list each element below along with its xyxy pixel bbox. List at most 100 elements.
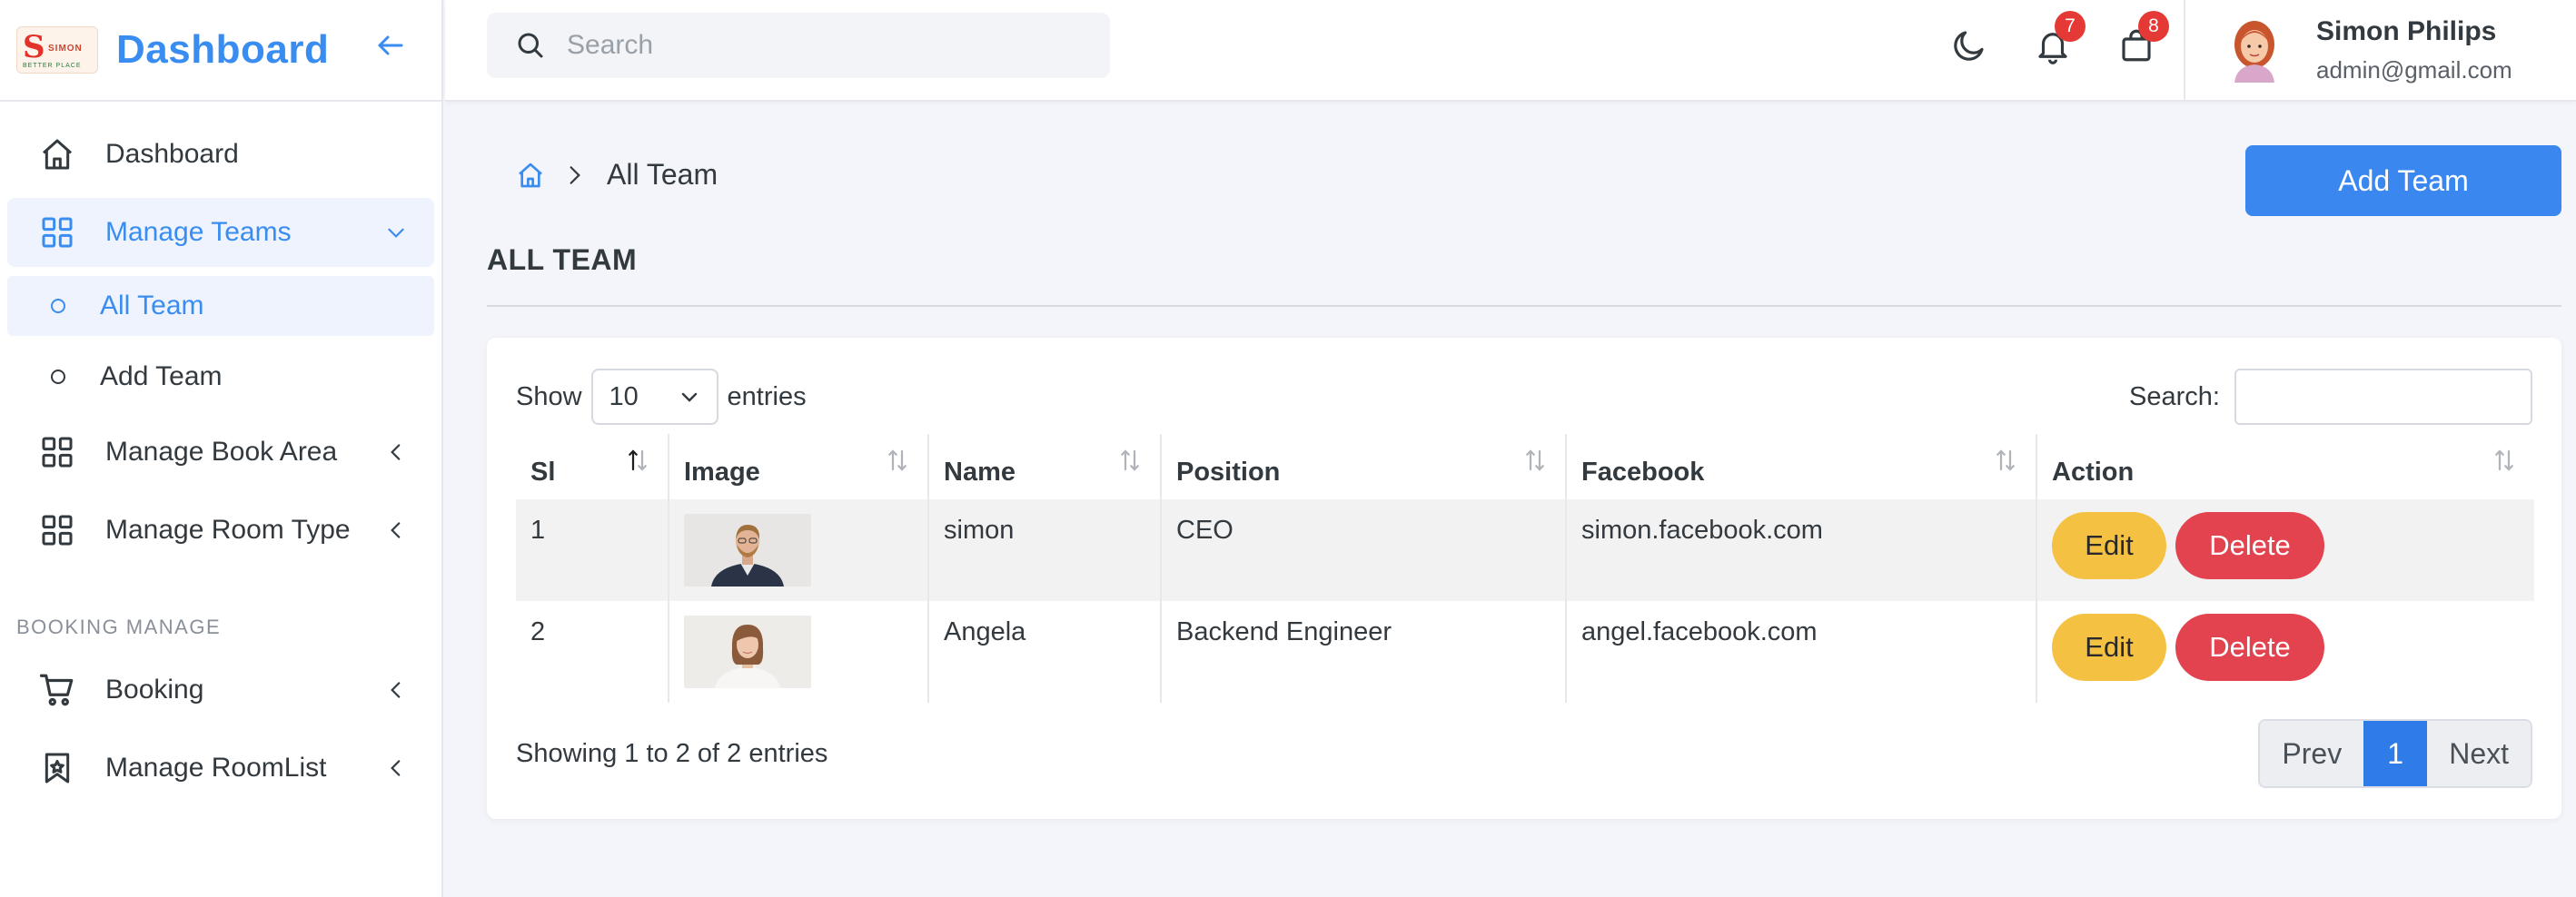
collapse-sidebar-button[interactable] xyxy=(372,27,409,64)
chevron-down-icon xyxy=(681,392,697,402)
divider xyxy=(487,305,2561,307)
sidebar-subitem-all-team[interactable]: All Team xyxy=(7,276,434,336)
user-email: admin@gmail.com xyxy=(2316,55,2512,84)
edit-button[interactable]: Edit xyxy=(2052,614,2166,681)
sidebar-menu: Dashboard Manage Teams All Team Add Team… xyxy=(0,102,441,803)
column-label: Action xyxy=(2052,457,2135,487)
sort-icon xyxy=(888,449,907,471)
page-button-current[interactable]: 1 xyxy=(2363,721,2428,786)
user-info: Simon Philips admin@gmail.com xyxy=(2316,16,2512,84)
chevron-left-icon xyxy=(383,677,409,703)
column-label: Sl xyxy=(530,457,556,487)
global-search[interactable] xyxy=(487,13,1110,78)
user-menu[interactable]: Simon Philips admin@gmail.com xyxy=(2184,0,2576,100)
notification-badge: 7 xyxy=(2055,11,2086,42)
sidebar-item-manage-roomlist[interactable]: Manage RoomList xyxy=(7,734,434,803)
sort-icon xyxy=(1526,449,1544,471)
column-header-action[interactable]: Action xyxy=(2036,434,2534,499)
column-label: Position xyxy=(1176,457,1281,487)
menu-section-label: BOOKING MANAGE xyxy=(16,616,222,638)
table-search: Search: xyxy=(2129,369,2532,425)
column-header-name[interactable]: Name xyxy=(928,434,1162,499)
notifications-button[interactable]: 7 xyxy=(2029,11,2086,69)
next-page-button[interactable]: Next xyxy=(2427,721,2531,786)
brand-title[interactable]: Dashboard xyxy=(116,27,329,73)
sidebar-item-label: Manage Teams xyxy=(105,217,292,247)
cell-image xyxy=(669,601,929,703)
brand: S SIMON BETTER PLACE Dashboard xyxy=(0,0,441,102)
add-team-button[interactable]: Add Team xyxy=(2245,145,2561,216)
circle-icon xyxy=(51,299,65,313)
sidebar-item-manage-teams[interactable]: Manage Teams xyxy=(7,198,434,267)
chevron-down-icon xyxy=(383,220,409,245)
table-row: 1 simon CEO simon.facebook.com Edit Dele… xyxy=(516,499,2534,601)
column-label: Image xyxy=(684,457,760,487)
cell-position: CEO xyxy=(1161,499,1567,601)
team-table-card: Show 10 entries Search: Sl Image Name Po… xyxy=(487,338,2561,819)
moon-icon xyxy=(1954,31,1984,61)
chevron-right-icon xyxy=(570,165,580,184)
cell-name: simon xyxy=(928,499,1162,601)
column-header-position[interactable]: Position xyxy=(1161,434,1567,499)
sort-icon xyxy=(1996,449,2015,471)
cell-sl: 2 xyxy=(516,601,669,703)
grid-icon xyxy=(38,511,76,549)
sort-icon xyxy=(2495,449,2513,471)
logo-letter: S xyxy=(23,29,45,65)
sidebar-item-booking[interactable]: Booking xyxy=(7,656,434,724)
table-info: Showing 1 to 2 of 2 entries xyxy=(516,739,828,768)
sidebar-item-label: Manage Room Type xyxy=(105,515,351,545)
table-header-row: Sl Image Name Position Facebook Action xyxy=(516,434,2534,499)
team-table: Sl Image Name Position Facebook Action 1… xyxy=(516,434,2534,703)
sidebar-item-label: Dashboard xyxy=(105,139,239,169)
breadcrumb-current: All Team xyxy=(607,158,718,191)
delete-button[interactable]: Delete xyxy=(2175,512,2324,579)
column-header-facebook[interactable]: Facebook xyxy=(1566,434,2037,499)
logo-tagline: BETTER PLACE xyxy=(23,63,82,69)
arrow-left-icon xyxy=(378,35,403,55)
prev-page-button[interactable]: Prev xyxy=(2260,721,2364,786)
home-icon[interactable] xyxy=(516,161,545,190)
cell-sl: 1 xyxy=(516,499,669,601)
table-row: 2 Angela Backend Engineer angel.facebook… xyxy=(516,601,2534,703)
brand-logo[interactable]: S SIMON BETTER PLACE xyxy=(16,26,98,74)
table-search-input[interactable] xyxy=(2234,369,2532,425)
sidebar-item-label: Booking xyxy=(105,675,204,705)
column-label: Name xyxy=(944,457,1016,487)
sidebar-item-dashboard[interactable]: Dashboard xyxy=(7,120,434,189)
show-label: Show xyxy=(516,381,582,411)
cart-button[interactable]: 8 xyxy=(2113,11,2169,69)
cart-icon xyxy=(38,671,76,709)
table-search-label: Search: xyxy=(2129,381,2220,411)
circle-icon xyxy=(51,370,65,384)
team-member-photo[interactable] xyxy=(684,616,811,688)
dark-mode-toggle[interactable] xyxy=(1946,22,1993,69)
entries-value: 10 xyxy=(609,381,639,411)
edit-button[interactable]: Edit xyxy=(2052,512,2166,579)
grid-icon xyxy=(38,213,76,251)
column-header-sl[interactable]: Sl xyxy=(516,434,669,499)
delete-button[interactable]: Delete xyxy=(2175,614,2324,681)
sidebar-subitem-add-team[interactable]: Add Team xyxy=(7,347,434,407)
entries-select[interactable]: 10 xyxy=(590,369,718,425)
cart-badge: 8 xyxy=(2138,11,2169,42)
grid-icon xyxy=(38,433,76,471)
sidebar-item-manage-room-type[interactable]: Manage Room Type xyxy=(7,496,434,565)
search-input[interactable] xyxy=(567,30,1075,61)
sidebar-subitem-label: Add Team xyxy=(100,361,223,391)
cell-position: Backend Engineer xyxy=(1161,601,1567,703)
chevron-left-icon xyxy=(383,439,409,465)
sidebar-item-manage-book-area[interactable]: Manage Book Area xyxy=(7,418,434,487)
main-content: All Team Add Team ALL TEAM Show 10 entri… xyxy=(445,102,2576,897)
page-title: ALL TEAM xyxy=(487,243,638,276)
sort-asc-icon xyxy=(629,449,647,471)
chevron-left-icon xyxy=(383,518,409,543)
avatar xyxy=(2234,21,2274,83)
chevron-left-icon xyxy=(383,755,409,781)
team-member-photo[interactable] xyxy=(684,514,811,586)
cell-image xyxy=(669,499,929,601)
column-label: Facebook xyxy=(1581,457,1705,487)
column-header-image[interactable]: Image xyxy=(669,434,929,499)
topbar: 7 8 Simon Philips admin@gmail.com xyxy=(445,0,2576,102)
pagination: Prev 1 Next xyxy=(2258,719,2532,788)
